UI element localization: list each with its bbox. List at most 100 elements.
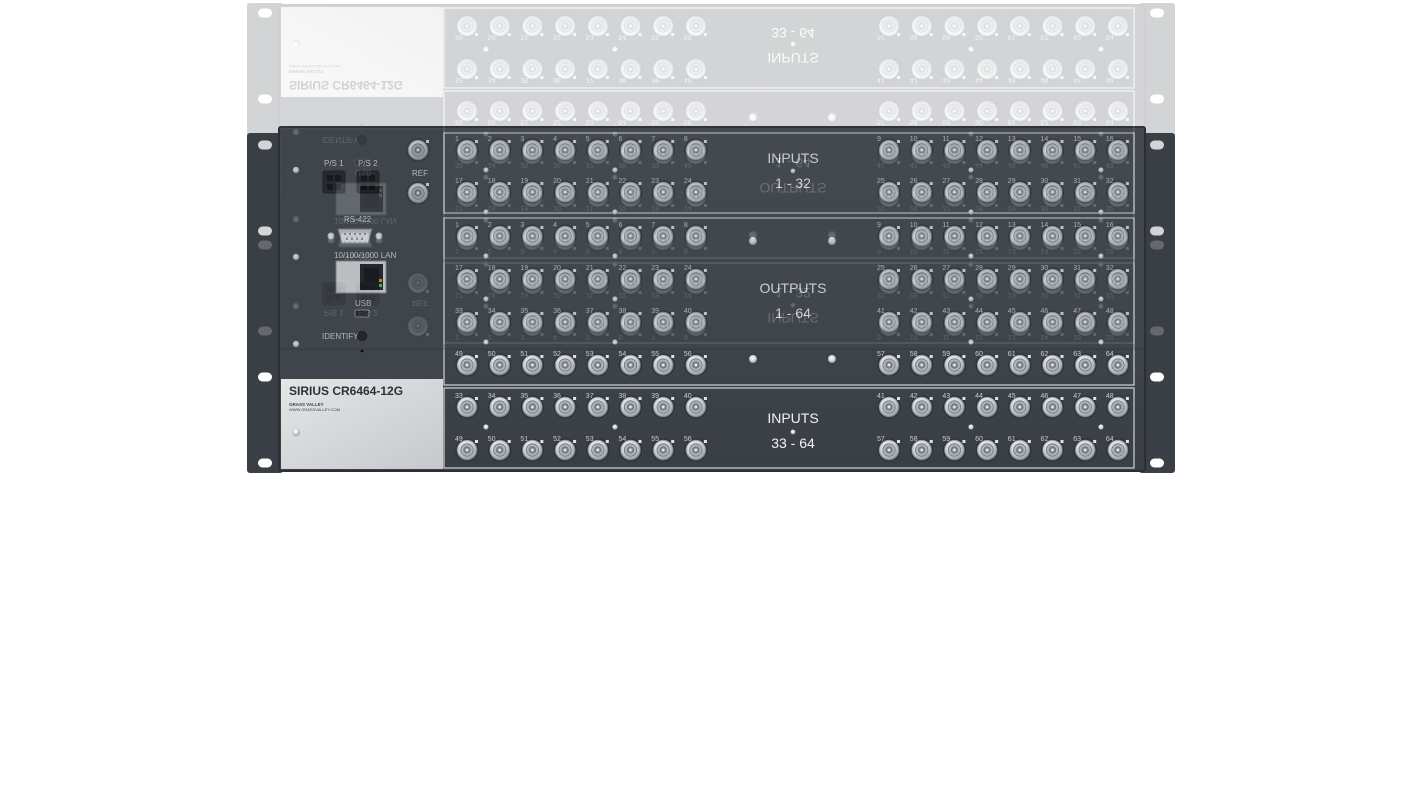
port-number: 39 (651, 393, 659, 400)
section-title-inputs-33-64: INPUTS (767, 410, 818, 426)
brand-website: WWW.GRASSVALLEY.COM (289, 407, 340, 412)
port-number: 5 (586, 222, 590, 229)
port-number: 60 (975, 351, 983, 358)
port-number: 58 (910, 351, 918, 358)
inputs-1-32-bnc-1[interactable] (455, 138, 479, 162)
usb-port[interactable] (354, 309, 370, 318)
port-number: 45 (1008, 393, 1016, 400)
port-number: 57 (877, 351, 885, 358)
port-number: 29 (1008, 265, 1016, 272)
outputs-1-64-bnc-5[interactable] (586, 224, 610, 248)
port-number: 63 (1073, 351, 1081, 358)
ref-connector-2[interactable] (406, 181, 430, 205)
port-number: 33 (455, 308, 463, 315)
port-number: 55 (651, 351, 659, 358)
psu2-socket[interactable] (356, 170, 380, 194)
psu1-socket[interactable] (322, 170, 346, 194)
port-number: 36 (553, 308, 561, 315)
port-number: 8 (684, 222, 688, 229)
port-number: 18 (488, 265, 496, 272)
outputs-1-64-bnc-9[interactable] (877, 224, 901, 248)
panel-screw (749, 355, 757, 363)
port-number: 41 (877, 308, 885, 315)
inputs-1-32-bnc-4[interactable] (553, 138, 577, 162)
port-number: 48 (1106, 308, 1114, 315)
inputs-1-32-bnc-3[interactable] (520, 138, 544, 162)
port-number: 46 (1041, 393, 1049, 400)
port-number: 58 (910, 436, 918, 443)
port-number: 10 (910, 222, 918, 229)
port-number: 27 (942, 178, 950, 185)
inputs-1-32-bnc-9[interactable] (877, 138, 901, 162)
inputs-1-32-bnc-7[interactable] (651, 138, 675, 162)
port-number: 33 (455, 393, 463, 400)
port-number: 63 (1073, 436, 1081, 443)
rack-ear-hole (258, 458, 272, 468)
port-number: 55 (651, 436, 659, 443)
outputs-1-64-bnc-3[interactable] (520, 224, 544, 248)
outputs-1-64-bnc-8[interactable] (684, 224, 708, 248)
panel-screw (968, 424, 974, 430)
port-number: 37 (586, 308, 594, 315)
panel-screw (968, 253, 974, 259)
port-number: 31 (1073, 178, 1081, 185)
identify-button[interactable] (357, 331, 367, 341)
port-number: 60 (975, 436, 983, 443)
panel-screw (612, 424, 618, 430)
ref-label: REF (412, 169, 428, 178)
port-number: 43 (942, 308, 950, 315)
port-number: 40 (684, 393, 692, 400)
section-range-inputs-1-32: 1 - 32 (775, 175, 811, 191)
port-number: 27 (942, 265, 950, 272)
panel-screw (483, 296, 489, 302)
inputs-1-32-bnc-8[interactable] (684, 138, 708, 162)
panel-screw (1098, 167, 1104, 173)
section-title-outputs-1-64: OUTPUTS (760, 280, 827, 296)
port-number: 31 (1073, 265, 1081, 272)
port-number: 41 (877, 393, 885, 400)
inputs-1-32-bnc-2[interactable] (488, 138, 512, 162)
panel-screw (612, 253, 618, 259)
outputs-1-64-bnc-4[interactable] (553, 224, 577, 248)
ref-connector-1[interactable] (406, 138, 430, 162)
port-number: 20 (553, 178, 561, 185)
panel-screw (483, 339, 489, 345)
port-number: 4 (553, 222, 557, 229)
port-number: 42 (910, 308, 918, 315)
port-number: 2 (488, 222, 492, 229)
port-number: 16 (1106, 222, 1114, 229)
outputs-1-64-bnc-1[interactable] (455, 224, 479, 248)
outputs-1-64-bnc-6[interactable] (619, 224, 642, 248)
port-number: 6 (619, 136, 623, 143)
port-number: 38 (619, 308, 627, 315)
identify-label: IDENTIFY (322, 332, 359, 341)
port-number: 37 (586, 393, 594, 400)
panel-screw (790, 168, 796, 174)
port-number: 48 (1106, 393, 1114, 400)
router-chassis: SIRIUS CR6464-12G GRASS VALLEY WWW.GRASS… (247, 126, 1175, 473)
port-number: 54 (619, 436, 627, 443)
inputs-1-32-bnc-6[interactable] (619, 138, 642, 162)
rack-ear-hole (1150, 226, 1164, 236)
outputs-1-64-bnc-2[interactable] (488, 224, 512, 248)
port-number: 36 (553, 393, 561, 400)
port-number: 62 (1041, 351, 1049, 358)
port-number: 54 (619, 351, 627, 358)
port-number: 15 (1073, 222, 1081, 229)
port-number: 28 (975, 265, 983, 272)
port-number: 13 (1008, 222, 1016, 229)
inputs-1-32-bnc-5[interactable] (586, 138, 610, 162)
rack-ear-hole (258, 226, 272, 236)
panel-screw (828, 237, 836, 245)
port-number: 19 (520, 178, 528, 185)
section-title-inputs-1-32: INPUTS (767, 150, 818, 166)
rs422-label: RS-422 (344, 215, 372, 224)
rack-ear-hole (1150, 372, 1164, 382)
port-number: 13 (1008, 136, 1016, 143)
port-number: 35 (520, 393, 528, 400)
port-number: 53 (586, 436, 594, 443)
rack-ear-hole (1150, 140, 1164, 150)
port-number: 21 (586, 265, 594, 272)
lan-port[interactable] (335, 260, 387, 294)
outputs-1-64-bnc-7[interactable] (651, 224, 675, 248)
